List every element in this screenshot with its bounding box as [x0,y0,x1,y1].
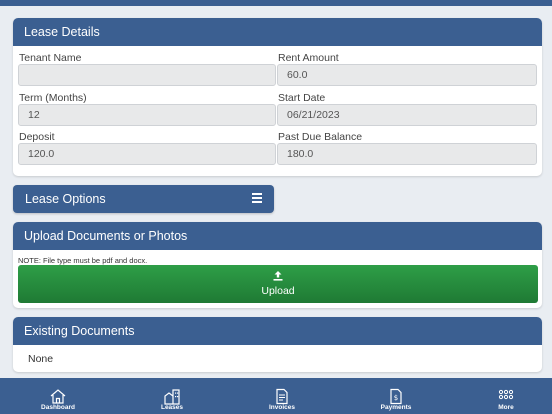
nav-leases[interactable]: Leases [132,378,212,414]
tenant-name-field[interactable] [18,64,276,86]
nav-dashboard[interactable]: Dashboard [18,378,98,414]
upload-button-label: Upload [261,285,295,297]
deposit-field[interactable]: 120.0 [18,143,276,165]
no-documents-text: None [28,353,54,365]
existing-documents-card: Existing Documents None [13,317,542,372]
lease-options-button[interactable]: Lease Options [13,185,274,213]
rent-amount-field[interactable]: 60.0 [277,64,537,86]
file-type-note: NOTE: File type must be pdf and docx. [18,256,148,265]
menu-icon [252,193,262,203]
grid-dots-icon [498,389,514,400]
term-field[interactable]: 12 [18,104,276,126]
nav-leases-label: Leases [160,404,184,411]
svg-text:$: $ [394,394,398,402]
past-due-field[interactable]: 180.0 [277,143,537,165]
nav-payments-label: Payments [380,404,412,411]
nav-more[interactable]: More [466,378,546,414]
buildings-icon [164,389,180,405]
upload-title: Upload Documents or Photos [13,222,542,250]
top-bar [0,0,552,6]
lease-details-card: Lease Details Tenant Name Rent Amount 60… [13,18,542,176]
deposit-label: Deposit [19,131,55,143]
start-date-label: Start Date [278,92,326,104]
upload-icon [273,271,283,281]
upload-button[interactable]: Upload [18,265,538,303]
document-icon [276,388,288,405]
rent-amount-label: Rent Amount [278,52,339,64]
bottom-nav: Dashboard Leases Invoices $ Payments Mor… [0,378,552,414]
nav-dashboard-label: Dashboard [41,404,75,411]
upload-card: Upload Documents or Photos NOTE: File ty… [13,222,542,308]
nav-more-label: More [498,404,514,411]
past-due-label: Past Due Balance [278,131,363,143]
term-label: Term (Months) [19,92,87,104]
start-date-field[interactable]: 06/21/2023 [277,104,537,126]
nav-invoices-label: Invoices [268,404,295,411]
tenant-name-label: Tenant Name [19,52,82,64]
house-icon [50,389,66,404]
dollar-document-icon: $ [390,388,402,405]
nav-invoices[interactable]: Invoices [242,378,322,414]
existing-documents-title: Existing Documents [13,317,542,345]
lease-options-label: Lease Options [25,192,106,206]
nav-payments[interactable]: $ Payments [356,378,436,414]
lease-details-title: Lease Details [13,18,542,46]
